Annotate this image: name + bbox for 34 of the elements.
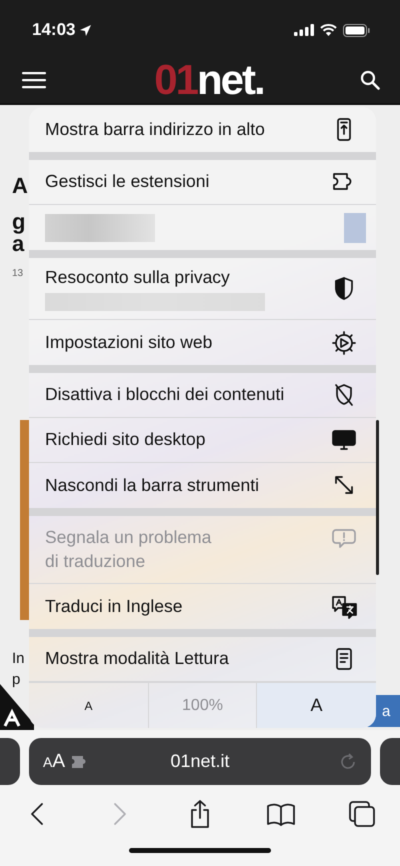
smaller-text-button[interactable]: A — [29, 683, 149, 728]
menu-item[interactable]: Mostra modalità Lettura — [29, 637, 376, 682]
page-format-button[interactable]: AA — [43, 750, 66, 772]
address-bar[interactable]: AA 01net.it — [29, 738, 371, 785]
larger-text-button[interactable]: A — [257, 683, 376, 728]
menu-item[interactable]: Nascondi la barra strumenti — [29, 463, 376, 508]
search-icon[interactable] — [360, 70, 380, 90]
menu-item[interactable]: Resoconto sulla privacy — [29, 258, 376, 320]
location-icon — [79, 24, 92, 36]
menu-item[interactable]: Richiedi sito desktop — [29, 418, 376, 463]
article-text: A — [12, 175, 29, 197]
menu-item[interactable]: Gestisci le estensioni — [29, 160, 376, 205]
menu-item[interactable]: Impostazioni sito web — [29, 320, 376, 365]
signal-icon — [294, 24, 314, 36]
battery-icon — [343, 24, 370, 36]
status-time: 14:03 — [32, 20, 76, 40]
tabs-icon[interactable] — [347, 799, 377, 829]
menu-icon[interactable] — [22, 70, 46, 88]
article-text: g — [12, 211, 26, 233]
menu-item[interactable]: Mostra barra indirizzo in alto — [29, 107, 376, 152]
monitor-icon — [330, 427, 358, 453]
gear-icon — [330, 330, 358, 356]
tab-preview[interactable] — [380, 738, 400, 785]
site-logo[interactable]: 01net. — [142, 58, 264, 100]
article-text: In — [12, 651, 26, 666]
url-text: 01net.it — [169, 751, 231, 772]
menu-item[interactable]: Traduci in Inglese — [29, 584, 376, 629]
tab-preview[interactable] — [0, 738, 20, 785]
article-text: a — [12, 233, 26, 255]
article-text: 13 — [12, 269, 24, 279]
article-text: p — [12, 672, 22, 687]
wifi-icon — [320, 24, 337, 36]
translate-icon — [330, 594, 358, 620]
menu-item[interactable]: Disattiva i blocchi dei contenuti — [29, 373, 376, 418]
